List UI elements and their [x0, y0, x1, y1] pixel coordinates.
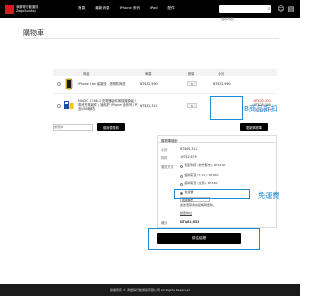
- product-thumbnail-charger[interactable]: [63, 99, 75, 111]
- quantity-input[interactable]: 1: [187, 81, 197, 86]
- col-price: 單價: [145, 71, 152, 76]
- product-name[interactable]: iPhone 16e 保護殼 - 透明防摔殼: [78, 82, 125, 86]
- col-subtotal: 小計: [218, 71, 225, 76]
- search-box: [219, 5, 271, 23]
- total-value: NT$62,632: [180, 220, 200, 224]
- quantity-input[interactable]: 1: [187, 103, 197, 108]
- cart-icon[interactable]: ▤: [287, 5, 295, 13]
- checkout-highlight-box: [148, 228, 260, 250]
- cart-row: iPhone 16e 保護殼 - 透明防摔殼 NT$32,990 1 NT$32…: [53, 78, 277, 91]
- product-subtotal: NT$32,990: [213, 82, 231, 86]
- search-icon[interactable]: ⌕: [266, 6, 272, 12]
- discount-annotation: B商品折扣: [244, 104, 278, 113]
- product-thumbnail-case[interactable]: [63, 78, 75, 90]
- top-header: 添讚得行動通訊 ZagoSunday 首頁 最新消息 iPhone 系列 iPa…: [0, 0, 300, 23]
- footer-copyright: 版權所有 © 添讚得行動通訊有限公司 All Rights Reserved: [110, 287, 190, 292]
- shipping-option[interactable]: 超商取貨 (全家): NT$60: [180, 181, 245, 186]
- apply-coupon-button[interactable]: 套用優惠券: [97, 123, 125, 131]
- page-title: 購物車: [23, 29, 44, 37]
- logo-mark-icon: [5, 4, 14, 14]
- change-address-link[interactable]: 變更地址: [180, 211, 192, 216]
- radio-icon[interactable]: [180, 174, 183, 178]
- shipping-option[interactable]: 宅配到府 (新竹縣市): NT$100: [180, 163, 245, 168]
- logo-text: 添讚得行動通訊 ZagoSunday: [16, 5, 38, 13]
- shipping-note: 運送選項會在結帳時更新。: [180, 203, 217, 207]
- nav-item-iphone[interactable]: iPhone 系列: [120, 6, 140, 11]
- remove-item-icon[interactable]: [57, 82, 61, 86]
- subtotal-value: NT$65,311: [180, 147, 198, 151]
- discount-value: -NT$2,679: [180, 155, 197, 159]
- site-logo[interactable]: 添讚得行動通訊 ZagoSunday: [5, 3, 38, 15]
- coupon-row: 套用優惠券: [53, 123, 125, 131]
- shipping-option-label: 宅配到府 (新竹縣市): NT$100: [184, 163, 226, 167]
- product-price: NT$32,990: [140, 82, 158, 86]
- col-product: 商品: [83, 71, 90, 76]
- cart-totals: 購物車總計 小計 NT$65,311 折扣 -NT$2,679 運送方式 宅配到…: [157, 135, 277, 228]
- logo-text-bottom: ZagoSunday: [16, 9, 37, 13]
- radio-icon[interactable]: [180, 164, 183, 168]
- coupon-input[interactable]: [53, 123, 93, 131]
- discount-label: 折扣: [161, 156, 168, 160]
- cart-totals-title: 購物車總計: [158, 136, 276, 143]
- shipping-label: 運送方式: [161, 165, 174, 169]
- discount-highlight-box: [210, 96, 243, 120]
- shipping-option-label: 超商取貨 (7-11): NT$60: [184, 173, 219, 177]
- product-price: NT$32,321: [140, 104, 158, 108]
- subtotal-label: 小計: [161, 148, 168, 152]
- main-nav: 首頁 最新消息 iPhone 系列 iPad 配件: [78, 6, 175, 11]
- search-input[interactable]: [219, 15, 271, 23]
- footer: 版權所有 © 添讚得行動通訊有限公司 All Rights Reserved: [0, 284, 300, 296]
- nav-item-accessories[interactable]: 配件: [168, 6, 175, 11]
- nav-item-home[interactable]: 首頁: [78, 6, 85, 11]
- free-shipping-highlight-box: [174, 189, 250, 199]
- total-label: 總計: [161, 221, 168, 225]
- row-divider: [53, 93, 277, 94]
- title-divider: [23, 38, 279, 39]
- radio-icon[interactable]: [180, 182, 183, 186]
- nav-item-news[interactable]: 最新消息: [95, 6, 109, 11]
- cart-table-header: 商品 單價 數量 小計: [53, 69, 277, 76]
- shipping-option-label: 超商取貨 (全家): NT$60: [184, 181, 218, 185]
- shipping-option[interactable]: 超商取貨 (7-11): NT$60: [180, 173, 245, 178]
- product-name[interactable]: MAGIC 1768-3 充電器組件與保護膜組 / 電池充電組件 / 適用於 i…: [78, 99, 138, 112]
- user-icon[interactable]: ☺: [277, 5, 285, 13]
- update-cart-button[interactable]: 更新購物車: [240, 123, 268, 131]
- remove-item-icon[interactable]: [57, 104, 61, 108]
- col-qty: 數量: [188, 71, 195, 76]
- free-shipping-annotation: 免運費: [258, 191, 280, 200]
- nav-item-ipad[interactable]: iPad: [150, 6, 158, 11]
